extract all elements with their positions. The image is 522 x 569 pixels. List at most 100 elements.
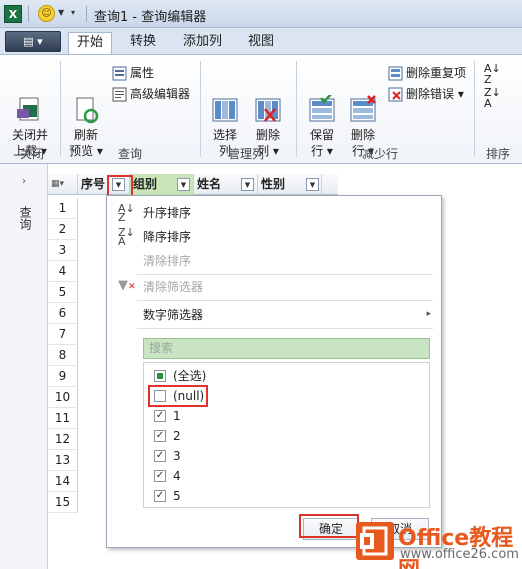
- remove-columns-icon: [253, 79, 283, 122]
- sort-descending-ribbon-button[interactable]: Z↓ A: [484, 87, 501, 109]
- refresh-label: 刷新 预览 ▾: [69, 128, 103, 158]
- choose-columns-icon: [210, 79, 240, 122]
- column-header-label: 组别: [133, 177, 158, 191]
- checkmark-icon: ✓: [154, 429, 166, 442]
- checkbox-label: (全选): [173, 369, 207, 383]
- checkmark-icon: ✓: [154, 489, 166, 502]
- filter-dropdown-gender[interactable]: ▼: [306, 178, 319, 191]
- window-title: 查询1 - 查询编辑器: [94, 10, 207, 25]
- excel-icon[interactable]: X: [4, 5, 22, 23]
- divider: [28, 6, 29, 22]
- row-number[interactable]: 15: [48, 492, 78, 513]
- number-filters-item[interactable]: 数字筛选器: [143, 306, 203, 324]
- chevron-right-icon: ▸: [426, 309, 431, 319]
- filter-dropdown-group[interactable]: ▼: [177, 178, 190, 191]
- smiley-feedback-icon[interactable]: ☺: [38, 5, 55, 22]
- file-menu-button[interactable]: ▤ ▾: [5, 31, 61, 52]
- checkbox-label: 1: [173, 409, 181, 423]
- tab-home[interactable]: 开始: [68, 32, 113, 54]
- sort-descending-icon: Z↓ A: [484, 86, 501, 110]
- advanced-editor-icon: [112, 87, 127, 102]
- properties-button[interactable]: 属性: [112, 65, 154, 81]
- select-all-checkbox[interactable]: (全选): [154, 367, 206, 385]
- filter-dropdown-menu: A↓ Z 升序排序 Z↓ A 降序排序 清除排序 ▼✕ 清除筛选器 数字筛选器 ▸ …: [106, 195, 442, 548]
- column-header-label: 性别: [261, 177, 286, 191]
- chevron-down-icon[interactable]: ▼: [58, 8, 64, 17]
- close-load-icon: [15, 79, 45, 121]
- divider: [60, 61, 61, 157]
- divider: [474, 61, 475, 157]
- row-number[interactable]: 7: [48, 324, 78, 345]
- row-number[interactable]: 12: [48, 429, 78, 450]
- highlight-box: [148, 385, 208, 407]
- value-checkbox-1[interactable]: ✓ 1: [154, 407, 181, 425]
- group-label-query: 查询: [117, 147, 142, 161]
- divider: [137, 328, 433, 329]
- divider: [200, 61, 201, 157]
- queries-pane-label: 查询: [18, 206, 32, 230]
- row-number[interactable]: 5: [48, 282, 78, 303]
- column-header-label: 序号: [81, 177, 106, 191]
- tab-transform[interactable]: 转换: [122, 32, 164, 54]
- keep-rows-icon: [307, 79, 337, 122]
- clear-sort-item: 清除排序: [143, 254, 192, 268]
- row-number[interactable]: 3: [48, 240, 78, 261]
- clear-filter-item: 清除筛选器: [143, 280, 204, 294]
- table-menu-button[interactable]: ▦▾: [48, 174, 78, 195]
- remove-duplicates-icon: [388, 66, 403, 81]
- highlight-box: [107, 175, 133, 197]
- checkmark-icon: ✓: [154, 409, 166, 422]
- tab-view[interactable]: 视图: [240, 32, 282, 54]
- sort-ascending-ribbon-button[interactable]: A↓ Z: [484, 63, 501, 85]
- keep-rows-label: 保留 行 ▾: [309, 128, 334, 158]
- sort-descending-item[interactable]: 降序排序: [143, 228, 191, 246]
- value-checkbox-2[interactable]: ✓ 2: [154, 427, 181, 445]
- sort-ascending-item[interactable]: 升序排序: [143, 204, 191, 222]
- checkbox-label: 4: [173, 469, 181, 483]
- remove-errors-button[interactable]: 删除错误 ▾: [388, 86, 464, 102]
- group-label-manage-columns: 管理列: [227, 147, 264, 161]
- title-bar: X ☺ ▼ ▾ 查询1 - 查询编辑器: [0, 0, 522, 28]
- queries-pane: › 查询: [0, 164, 48, 569]
- row-number[interactable]: 11: [48, 408, 78, 429]
- value-checkbox-4[interactable]: ✓ 4: [154, 467, 181, 485]
- keep-rows-button[interactable]: 保留 行 ▾: [303, 63, 341, 159]
- advanced-editor-button[interactable]: 高级编辑器: [112, 86, 190, 102]
- search-input[interactable]: 搜索: [143, 338, 430, 359]
- filter-dropdown-name[interactable]: ▼: [241, 178, 254, 191]
- row-number[interactable]: 2: [48, 219, 78, 240]
- sort-descending-icon: Z↓ A: [118, 226, 135, 248]
- clear-filter-icon: ▼✕: [118, 278, 136, 293]
- checkbox-partial-icon: [154, 369, 166, 382]
- highlight-box: [299, 514, 359, 538]
- group-label-close: 关闭: [19, 147, 44, 161]
- row-number[interactable]: 1: [48, 198, 78, 219]
- customize-toolbar-icon[interactable]: ▾: [71, 8, 75, 17]
- group-label-reduce-rows: 减少行: [361, 147, 398, 161]
- row-number[interactable]: 13: [48, 450, 78, 471]
- remove-duplicates-button[interactable]: 删除重复项: [388, 65, 466, 81]
- expand-pane-icon[interactable]: ›: [22, 176, 26, 187]
- properties-label: 属性: [130, 66, 155, 80]
- divider: [137, 300, 433, 301]
- row-number[interactable]: 9: [48, 366, 78, 387]
- checkbox-label: 3: [173, 449, 181, 463]
- grid-header: ▦▾ 序号 组别 姓名 性别 ▼ ▼ ▼ ▼: [48, 174, 338, 195]
- row-number[interactable]: 6: [48, 303, 78, 324]
- value-checkbox-3[interactable]: ✓ 3: [154, 447, 181, 465]
- office-logo-icon: [356, 522, 394, 560]
- sort-ascending-icon: A↓ Z: [484, 62, 501, 86]
- divider: [86, 6, 87, 22]
- ribbon: 关闭并 上载 ▾ 关闭 刷新 预览 ▾ 属性 高级编辑器 查询 选择 列 删除 …: [0, 54, 522, 164]
- remove-errors-icon: [388, 87, 403, 102]
- row-number[interactable]: 8: [48, 345, 78, 366]
- row-number[interactable]: 4: [48, 261, 78, 282]
- row-number[interactable]: 10: [48, 387, 78, 408]
- tab-add-column[interactable]: 添加列: [175, 32, 230, 54]
- ribbon-tab-bar: ▤ ▾ 开始 转换 添加列 视图: [0, 28, 522, 54]
- checkbox-label: 2: [173, 429, 181, 443]
- advanced-editor-label: 高级编辑器: [130, 87, 191, 101]
- value-checkbox-5[interactable]: ✓ 5: [154, 487, 181, 505]
- refresh-icon: [71, 79, 101, 124]
- row-number[interactable]: 14: [48, 471, 78, 492]
